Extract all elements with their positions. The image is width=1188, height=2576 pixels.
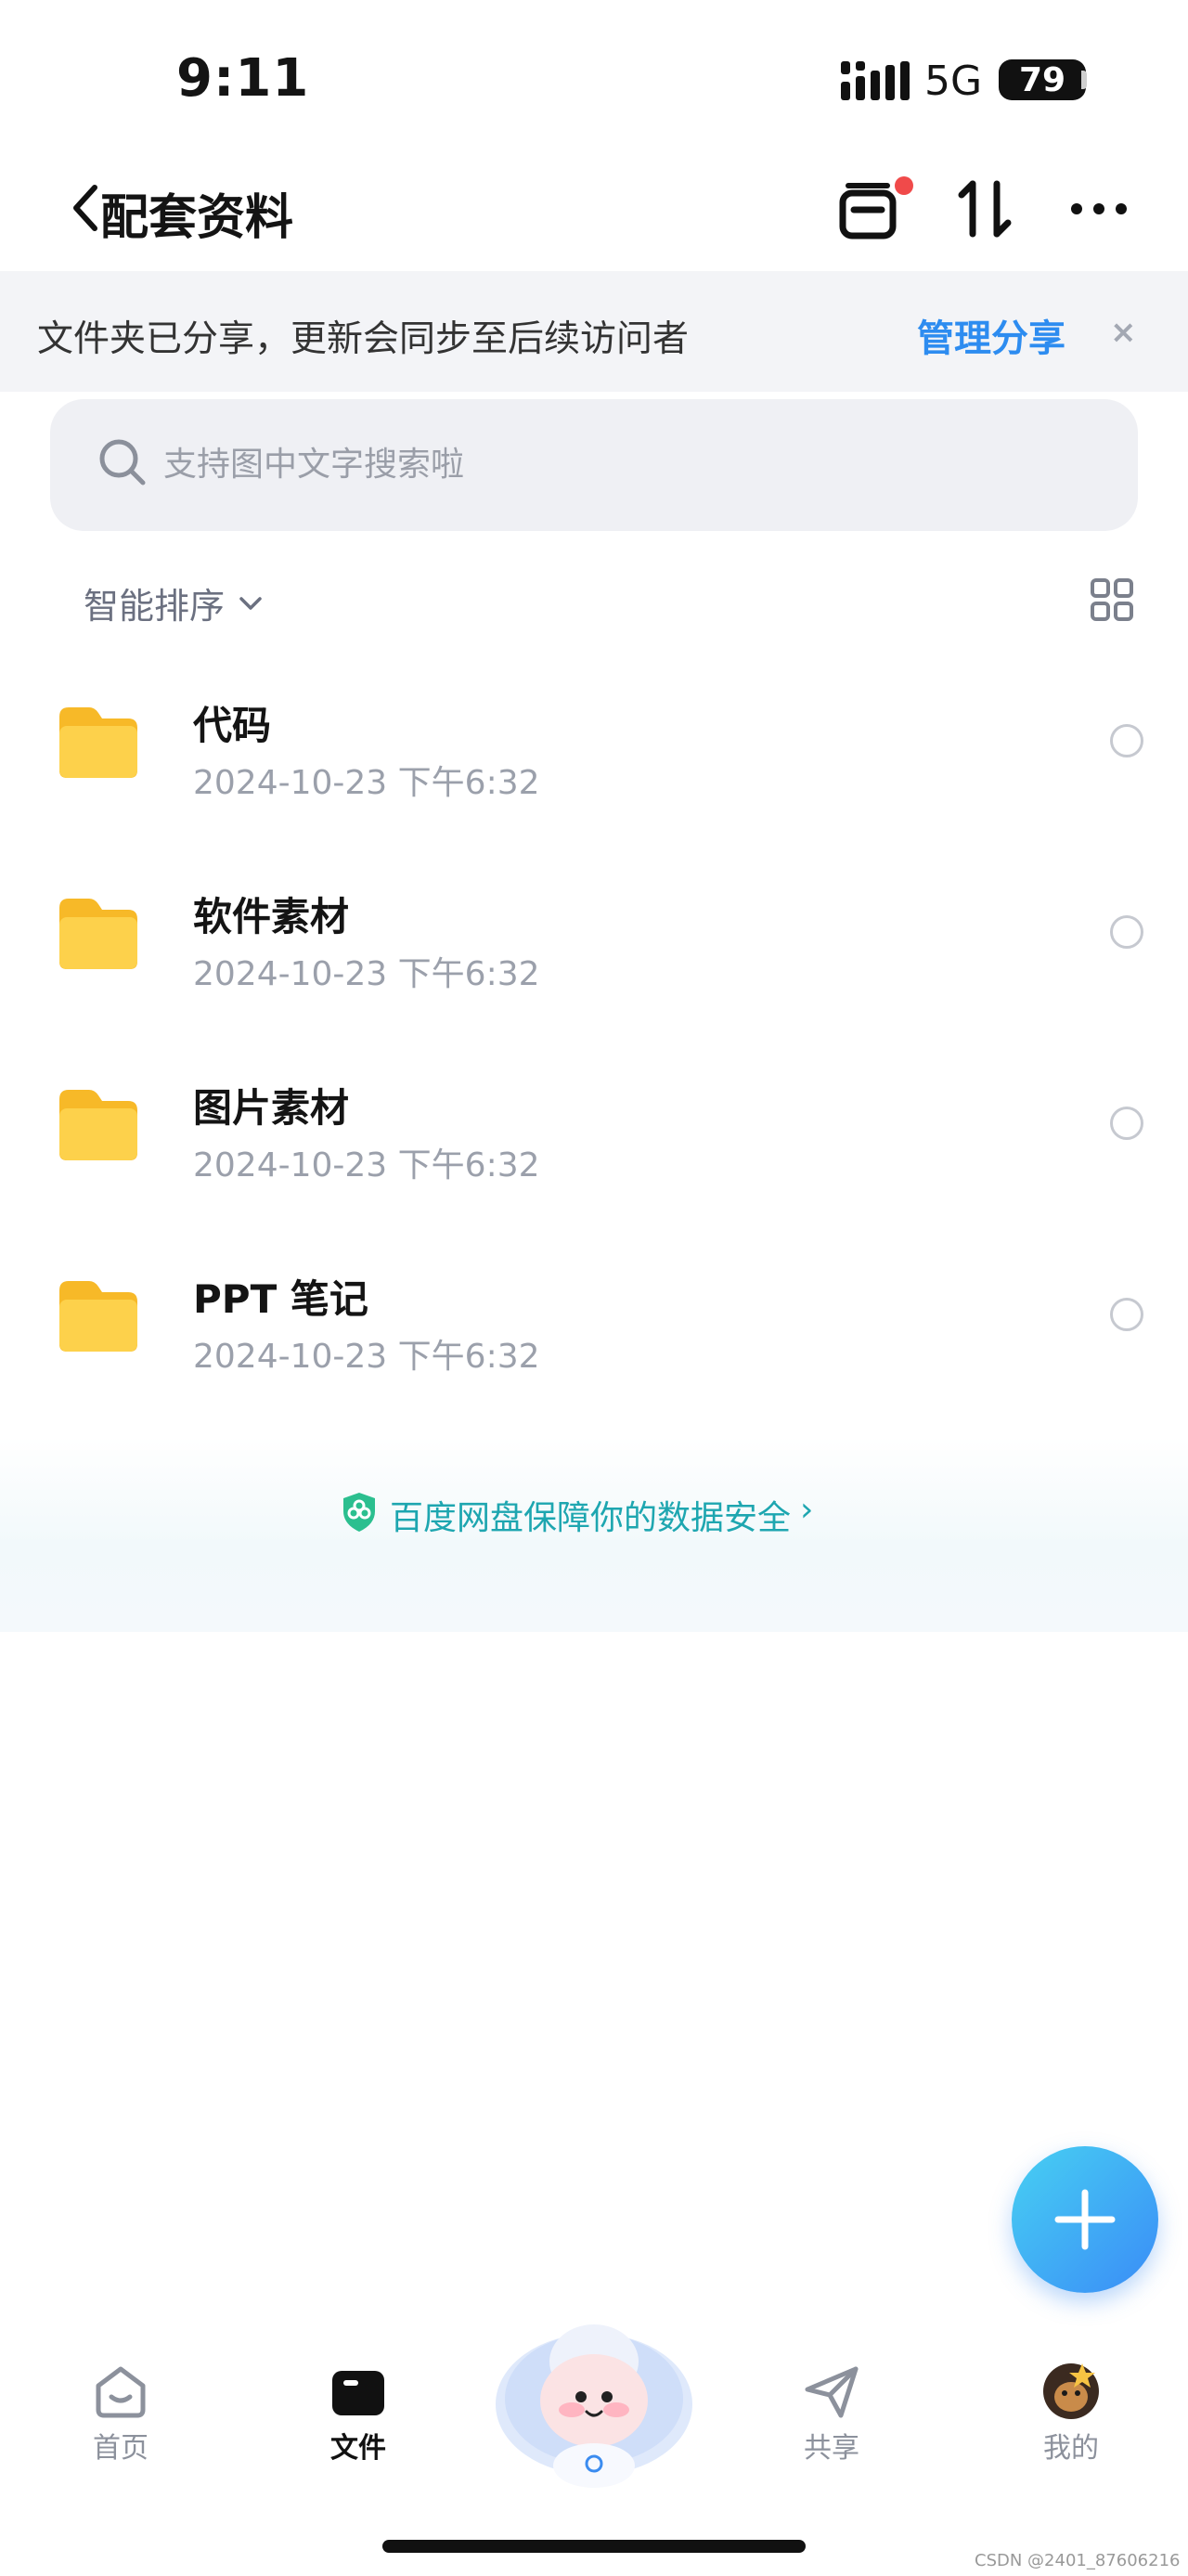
send-icon [805,2366,859,2418]
more-icon[interactable] [1069,199,1129,219]
select-checkbox[interactable] [1110,915,1143,949]
folder-icon [332,2371,384,2415]
select-checkbox[interactable] [1110,1107,1143,1140]
file-name: 图片素材 [193,1085,350,1131]
list-item[interactable]: 图片素材 2024-10-23 下午6:32 [0,1049,1188,1240]
plus-icon [1054,2189,1116,2250]
tab-me-label: 我的 [1043,2432,1099,2465]
file-date: 2024-10-23 下午6:32 [193,955,540,993]
sort-label: 智能排序 [84,586,226,627]
select-checkbox[interactable] [1110,1298,1143,1331]
folder-icon [59,707,137,778]
transfer-box-icon[interactable] [837,176,898,241]
page-title: 配套资料 [100,190,294,246]
folder-icon [59,1281,137,1352]
watermark: CSDN @2401_87606216 [975,2551,1181,2570]
notification-dot [895,176,913,195]
file-name: 软件素材 [193,894,350,939]
tab-home-label: 首页 [93,2432,148,2465]
search-input[interactable] [163,436,999,492]
list-item[interactable]: 软件素材 2024-10-23 下午6:32 [0,858,1188,1049]
grid-view-icon[interactable] [1090,577,1134,622]
tab-share-label: 共享 [804,2432,859,2465]
tab-files-label: 文件 [330,2432,386,2465]
tab-me[interactable]: 我的 [997,2362,1145,2466]
home-indicator [382,2540,806,2553]
manage-share-link[interactable]: 管理分享 [917,308,1065,362]
back-icon[interactable] [67,182,104,234]
file-name: PPT 笔记 [193,1276,368,1322]
file-date: 2024-10-23 下午6:32 [193,1146,540,1184]
battery-level: 79 [1018,60,1066,99]
battery-indicator: 79 [999,59,1086,100]
tab-share[interactable]: 共享 [757,2362,906,2466]
share-banner-text: 文件夹已分享，更新会同步至后续访问者 [37,318,690,360]
list-item[interactable]: PPT 笔记 2024-10-23 下午6:32 [0,1240,1188,1431]
avatar [1043,2363,1099,2419]
chevron-right-icon: › [800,1491,814,1529]
search-icon [99,439,146,485]
select-checkbox[interactable] [1110,724,1143,757]
home-icon [96,2366,146,2418]
mascot-assistant[interactable] [492,2302,696,2488]
chevron-down-icon [239,596,262,610]
file-date: 2024-10-23 下午6:32 [193,764,540,802]
battery-tip [1081,71,1087,89]
tab-files[interactable]: 文件 [284,2362,433,2466]
network-type: 5G [924,58,983,105]
signal-icon [841,61,910,100]
sort-arrows-icon[interactable] [956,176,1014,241]
close-banner-button[interactable]: × [1110,314,1137,351]
sort-dropdown[interactable]: 智能排序 [84,577,264,628]
folder-icon [59,899,137,969]
file-date: 2024-10-23 下午6:32 [193,1338,540,1376]
list-item[interactable]: 代码 2024-10-23 下午6:32 [0,667,1188,858]
file-name: 代码 [193,703,272,748]
tab-home[interactable]: 首页 [46,2362,195,2466]
status-time: 9:11 [176,48,310,109]
folder-icon [59,1090,137,1160]
security-text[interactable]: 百度网盘保障你的数据安全 [390,1491,791,1539]
shield-icon [343,1493,375,1532]
